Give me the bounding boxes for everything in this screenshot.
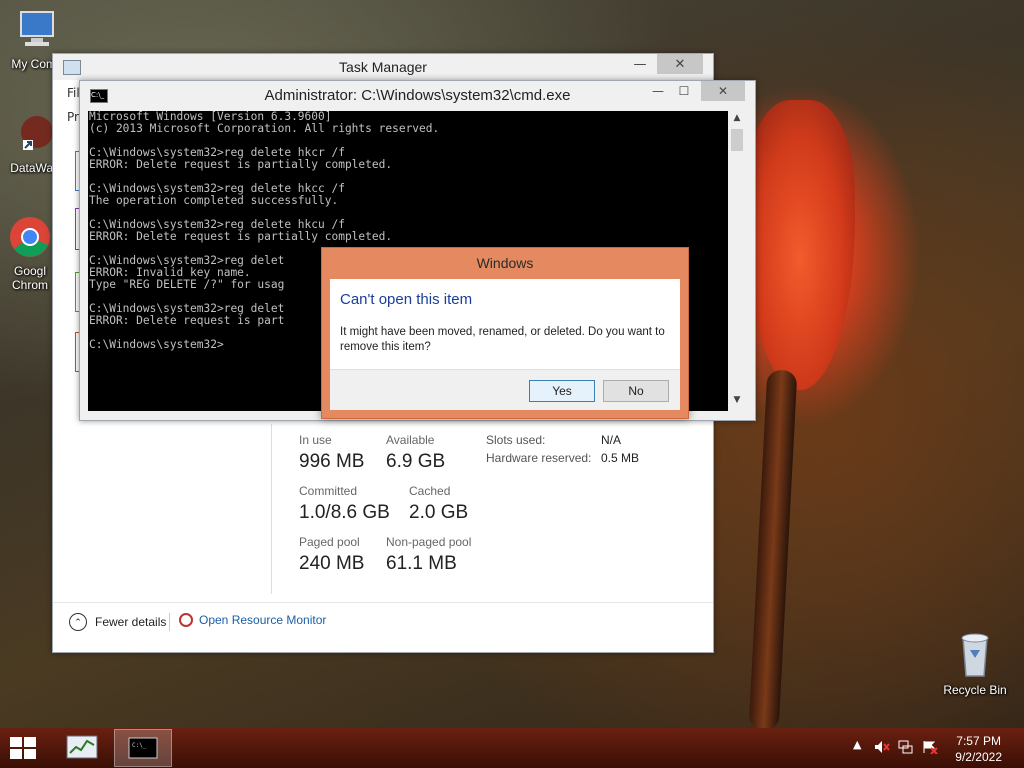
stat-paged-pool: Paged pool 240 MB <box>299 535 365 574</box>
desktop-icon-chrome[interactable]: Googl Chrom <box>0 215 60 292</box>
console-line: (c) 2013 Microsoft Corporation. All righ… <box>89 122 440 135</box>
dialog-footer: Yes No <box>330 369 680 410</box>
tab-processes[interactable]: Pr <box>67 110 79 124</box>
hardware-reserved: Hardware reserved: <box>486 451 592 465</box>
start-button[interactable] <box>10 737 38 761</box>
taskbar: C:\_ ▲ 7:57 PM 9/2/2022 <box>0 728 1024 768</box>
memory-divider <box>271 424 272 594</box>
close-button[interactable]: ✕ <box>657 54 703 74</box>
recycle-bin-icon <box>940 630 1010 681</box>
minimize-button[interactable]: — <box>623 54 657 74</box>
dialog-message: It might have been moved, renamed, or de… <box>340 326 665 353</box>
footer-separator <box>169 613 170 631</box>
taskbar-cmd[interactable]: C:\_ <box>114 729 172 767</box>
desktop-icon-label: Recycle Bin <box>943 683 1007 697</box>
desktop-icon-recycle-bin[interactable]: Recycle Bin <box>940 630 1010 697</box>
console-line: ERROR: Delete request is partially compl… <box>89 158 393 171</box>
yes-button[interactable]: Yes <box>529 380 595 402</box>
dialog-heading: Can't open this item <box>340 291 473 308</box>
dialog-title: Windows <box>476 255 534 271</box>
speaker-muted-icon[interactable] <box>874 740 890 757</box>
console-line: ERROR: Delete request is partially compl… <box>89 230 393 243</box>
slots-used: Slots used: <box>486 433 546 447</box>
task-manager-titlebar[interactable]: Task Manager — ✕ <box>53 54 713 80</box>
show-hidden-icons-arrow[interactable]: ▲ <box>853 738 861 751</box>
network-icon[interactable] <box>898 740 914 757</box>
stat-committed: Committed 1.0/8.6 GB <box>299 484 390 523</box>
wallpaper-tulip <box>745 100 855 390</box>
minimize-button[interactable]: — <box>645 81 671 101</box>
stat-available: Available 6.9 GB <box>386 433 446 472</box>
svg-text:C:\_: C:\_ <box>132 742 147 749</box>
stat-cached: Cached 2.0 GB <box>409 484 469 523</box>
desktop-icon-label: Googl Chrom <box>11 264 48 292</box>
computer-icon <box>2 8 72 55</box>
chrome-icon <box>0 215 60 262</box>
cmd-titlebar[interactable]: C:\_ Administrator: C:\Windows\system32\… <box>80 81 755 109</box>
taskbar-task-manager[interactable] <box>53 729 111 767</box>
wallpaper-stem <box>748 369 798 731</box>
maximize-button[interactable]: ☐ <box>671 81 697 101</box>
close-button[interactable]: ✕ <box>701 81 745 101</box>
task-manager-title: Task Manager <box>339 59 427 75</box>
stat-in-use: In use 996 MB <box>299 433 365 472</box>
chevron-up-icon: ⌃ <box>69 613 87 631</box>
scroll-down-arrow-icon[interactable]: ▼ <box>729 395 745 409</box>
no-button[interactable]: No <box>603 380 669 402</box>
windows-dialog[interactable]: Windows Can't open this item It might ha… <box>321 247 689 419</box>
task-manager-footer: ⌃ Fewer details Open Resource Monitor <box>53 602 713 639</box>
slots-used-value: N/A <box>601 433 622 447</box>
scroll-thumb[interactable] <box>731 129 743 151</box>
file-menu[interactable]: Fil <box>67 86 80 100</box>
action-center-icon[interactable] <box>922 740 938 757</box>
cmd-icon: C:\_ <box>128 737 158 759</box>
clock-date: 9/2/2022 <box>955 750 1002 764</box>
clock[interactable]: 7:57 PM 9/2/2022 <box>955 733 1002 765</box>
console-scrollbar[interactable]: ▲ ▼ <box>729 111 745 411</box>
hardware-reserved-value: 0.5 MB <box>601 451 640 465</box>
dialog-body: Can't open this item It might have been … <box>330 279 680 410</box>
windows-logo-icon <box>10 737 22 747</box>
console-line: The operation completed successfully. <box>89 194 339 207</box>
scroll-up-arrow-icon[interactable]: ▲ <box>729 113 745 127</box>
task-manager-icon <box>66 735 98 759</box>
fewer-details-button[interactable]: ⌃ Fewer details <box>69 613 166 631</box>
clock-time: 7:57 PM <box>956 734 1001 748</box>
open-resource-monitor-link[interactable]: Open Resource Monitor <box>179 613 326 627</box>
resource-monitor-icon <box>179 613 193 627</box>
stat-nonpaged-pool: Non-paged pool 61.1 MB <box>386 535 472 574</box>
